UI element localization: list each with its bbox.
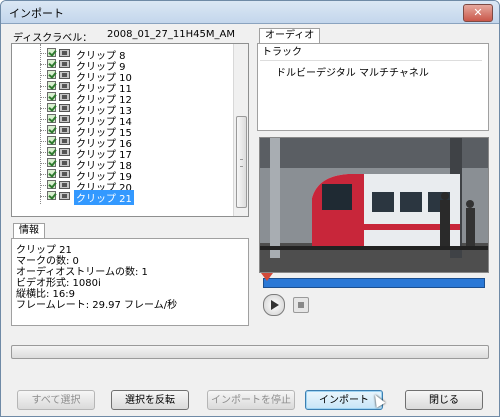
clip-checkbox[interactable]: [47, 48, 56, 57]
audio-track-row[interactable]: ドルビーデジタル マルチチャネル: [276, 64, 429, 79]
seek-handle[interactable]: [261, 273, 273, 281]
play-button[interactable]: [263, 294, 285, 316]
window-title: インポート: [9, 7, 64, 20]
clip-checkbox[interactable]: [47, 191, 56, 200]
disc-label-value: 2008_01_27_11H45M_AM: [107, 29, 235, 40]
clip-checkbox[interactable]: [47, 125, 56, 134]
video-clip-icon: [59, 71, 70, 79]
select-all-button[interactable]: すべて選択: [17, 390, 95, 410]
video-clip-icon: [59, 159, 70, 167]
clip-checkbox[interactable]: [47, 92, 56, 101]
tab-audio: オーディオ: [259, 28, 321, 43]
disc-label: ディスクラベル：: [13, 33, 93, 44]
video-clip-icon: [59, 137, 70, 145]
audio-panel: トラック ドルビーデジタル マルチチャネル: [257, 43, 489, 131]
train-preview-image: [260, 138, 488, 272]
close-button[interactable]: 閉じる: [405, 390, 483, 410]
video-clip-icon: [59, 93, 70, 101]
clip-checkbox[interactable]: [47, 103, 56, 112]
clip-checkbox[interactable]: [47, 59, 56, 68]
clip-checkbox[interactable]: [47, 169, 56, 178]
clip-label: クリップ 21: [74, 190, 134, 205]
clip-checkbox[interactable]: [47, 180, 56, 189]
scrollbar-thumb[interactable]: [236, 116, 247, 208]
seek-bar[interactable]: [263, 278, 485, 288]
clip-checkbox[interactable]: [47, 147, 56, 156]
window-close-button[interactable]: ✕: [463, 4, 493, 22]
grip-icon: [240, 159, 243, 167]
title-bar: インポート ✕: [1, 1, 499, 24]
invert-selection-button[interactable]: 選択を反転: [111, 390, 189, 410]
video-clip-icon: [59, 60, 70, 68]
clip-checkbox[interactable]: [47, 136, 56, 145]
info-panel: クリップ 21 マークの数: 0 オーディオストリームの数: 1 ビデオ形式: …: [11, 238, 249, 326]
clip-checkbox[interactable]: [47, 114, 56, 123]
import-dialog: インポート ✕ ディスクラベル： 2008_01_27_11H45M_AM クリ…: [0, 0, 500, 417]
video-preview: [259, 137, 489, 273]
video-clip-icon: [59, 181, 70, 189]
video-clip-icon: [59, 82, 70, 90]
clip-item-selected[interactable]: クリップ 21: [12, 190, 234, 205]
clip-tree[interactable]: クリップ 8 クリップ 9 クリップ 10 クリップ 11 クリップ 12 クリ…: [11, 43, 249, 217]
clip-checkbox[interactable]: [47, 158, 56, 167]
stop-button[interactable]: [293, 297, 309, 313]
video-clip-icon: [59, 104, 70, 112]
clip-checkbox[interactable]: [47, 70, 56, 79]
video-clip-icon: [59, 192, 70, 200]
audio-track-column-header: トラック: [260, 46, 482, 61]
import-progress-bar: [11, 345, 489, 359]
info-line: フレームレート: 29.97 フレーム/秒: [16, 300, 178, 311]
clip-checkbox[interactable]: [47, 81, 56, 90]
video-clip-icon: [59, 49, 70, 57]
video-clip-icon: [59, 170, 70, 178]
video-clip-icon: [59, 126, 70, 134]
tree-scrollbar[interactable]: [233, 44, 248, 216]
stop-import-button[interactable]: インポートを停止: [207, 390, 295, 410]
tab-info: 情報: [13, 223, 45, 238]
video-clip-icon: [59, 115, 70, 123]
video-clip-icon: [59, 148, 70, 156]
